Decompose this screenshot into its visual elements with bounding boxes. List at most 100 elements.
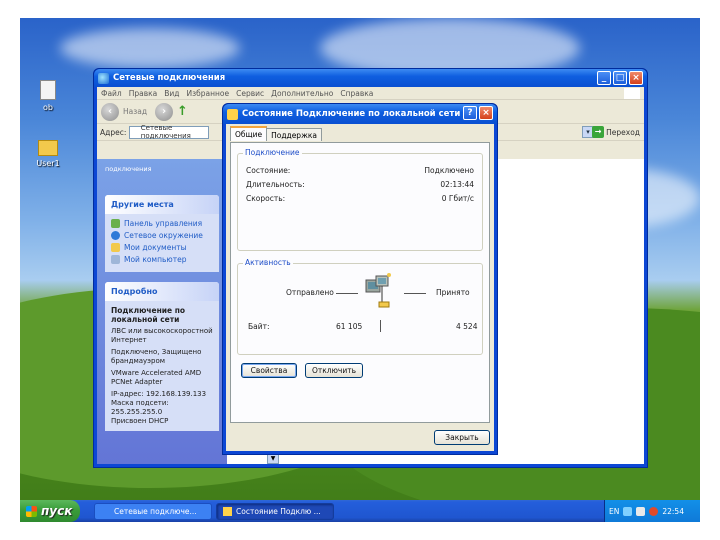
back-button-label[interactable]: Назад xyxy=(123,107,147,116)
speed-label: Скорость: xyxy=(246,194,286,203)
general-tab-panel: Подключение Состояние: Подключено Длител… xyxy=(230,142,490,423)
bytes-divider xyxy=(380,320,381,332)
connection-group: Подключение Состояние: Подключено Длител… xyxy=(237,148,483,251)
status-label: Состояние: xyxy=(246,166,291,175)
status-row: Состояние: Подключено xyxy=(246,166,474,175)
link-label: Сетевое окружение xyxy=(124,231,203,240)
link-control-panel[interactable]: Панель управления xyxy=(111,219,213,228)
desktop-icon-user1[interactable]: User1 xyxy=(28,140,68,168)
back-icon[interactable]: ‹ xyxy=(101,102,119,121)
link-my-computer[interactable]: Мой компьютер xyxy=(111,255,213,264)
go-label: Переход xyxy=(606,127,640,137)
duration-value: 02:13:44 xyxy=(440,180,474,189)
network-folder-icon xyxy=(98,72,109,84)
menu-edit[interactable]: Правка xyxy=(129,89,158,98)
network-activity-icon xyxy=(365,273,391,308)
received-bytes-value: 4 524 xyxy=(456,322,478,331)
details-adapter: VMware Accelerated AMD PCNet Adapter xyxy=(111,369,202,386)
go-button[interactable]: → Переход xyxy=(592,126,640,138)
details-dhcp: Присвоен DHCP xyxy=(111,417,169,425)
go-arrow-icon: → xyxy=(592,126,605,138)
address-input[interactable]: Сетевые подключения xyxy=(129,124,210,140)
windows-logo-icon xyxy=(624,88,640,99)
details-mask: Маска подсети: 255.255.255.0 xyxy=(111,399,169,416)
help-button[interactable]: ? xyxy=(463,106,477,120)
bytes-label: Байт: xyxy=(248,322,270,331)
sent-label: Отправлено xyxy=(286,288,334,297)
tab-general[interactable]: Общие xyxy=(230,126,268,141)
desktop-icon-ob[interactable]: ob xyxy=(28,80,68,112)
address-label: Адрес: xyxy=(100,127,127,137)
received-line xyxy=(404,293,426,294)
forward-icon[interactable]: › xyxy=(155,102,174,121)
sent-line xyxy=(336,293,358,294)
documents-folder-icon xyxy=(111,243,120,252)
link-network-places[interactable]: Сетевое окружение xyxy=(111,231,213,240)
desktop: ob User1 Сетевые подключения _ □ × Файл … xyxy=(20,18,700,522)
menu-help[interactable]: Справка xyxy=(340,89,373,98)
menu-advanced[interactable]: Дополнительно xyxy=(271,89,333,98)
volume-tray-icon[interactable] xyxy=(636,506,646,516)
menu-favorites[interactable]: Избранное xyxy=(187,89,230,98)
menu-tools[interactable]: Сервис xyxy=(236,89,264,98)
connection-legend: Подключение xyxy=(243,148,302,157)
activity-group: Активность Отправлено Принято Байт: 61 1… xyxy=(237,258,483,355)
received-label: Принято xyxy=(436,288,470,297)
close-button[interactable]: × xyxy=(629,71,643,85)
duration-row: Длительность: 02:13:44 xyxy=(246,180,474,189)
network-icon xyxy=(111,231,120,240)
details-box: Подробно Подключение по локальной сети Л… xyxy=(105,282,219,431)
clock[interactable]: 22:54 xyxy=(662,507,684,516)
language-indicator[interactable]: EN xyxy=(609,507,619,516)
computer-icon xyxy=(111,255,120,264)
link-label: Мой компьютер xyxy=(124,255,187,264)
cloud xyxy=(60,28,240,68)
folder-icon xyxy=(38,140,58,156)
properties-button[interactable]: Свойства xyxy=(241,363,297,378)
window-title: Сетевые подключения xyxy=(113,73,226,83)
control-panel-icon xyxy=(111,219,120,228)
taskbar: пуск Сетевые подключе... Состояние Подкл… xyxy=(20,500,700,522)
other-places-box: Другие места Панель управления Сетевое о… xyxy=(105,195,219,272)
speed-value: 0 Гбит/с xyxy=(441,194,474,203)
menu-file[interactable]: Файл xyxy=(101,89,122,98)
tab-support[interactable]: Поддержка xyxy=(266,128,322,141)
taskbar-item-network-connections[interactable]: Сетевые подключе... xyxy=(94,503,212,520)
details-header[interactable]: Подробно xyxy=(105,282,219,301)
up-folder-icon[interactable]: ↑ xyxy=(177,104,191,120)
menu-view[interactable]: Вид xyxy=(164,89,179,98)
minimize-button[interactable]: _ xyxy=(597,71,611,85)
sent-bytes-value: 61 105 xyxy=(336,322,363,331)
address-value: Сетевые подключения xyxy=(140,124,191,140)
network-folder-icon xyxy=(132,128,138,136)
task-pane-top-text: подключения xyxy=(105,165,152,173)
system-tray: EN 22:54 xyxy=(604,500,700,522)
task-label: Сетевые подключе... xyxy=(114,507,197,516)
link-label: Панель управления xyxy=(124,219,203,228)
chevron-down-icon[interactable]: ▼ xyxy=(267,454,279,464)
security-tray-icon[interactable] xyxy=(649,506,659,516)
explorer-titlebar[interactable]: Сетевые подключения _ □ × xyxy=(94,69,647,87)
windows-flag-icon xyxy=(26,505,37,517)
disable-button[interactable]: Отключить xyxy=(305,363,363,378)
menubar: Файл Правка Вид Избранное Сервис Дополни… xyxy=(97,87,644,100)
status-value: Подключено xyxy=(424,166,474,175)
dialog-title: Состояние Подключение по локальной сети xyxy=(242,109,461,119)
desktop-icon-label: ob xyxy=(43,103,53,112)
close-dialog-button[interactable]: Закрыть xyxy=(434,430,490,445)
dialog-titlebar[interactable]: Состояние Подключение по локальной сети … xyxy=(223,104,497,124)
maximize-button[interactable]: □ xyxy=(613,71,627,85)
link-label: Мои документы xyxy=(124,243,187,252)
network-connection-icon xyxy=(223,507,232,516)
taskbar-item-connection-status[interactable]: Состояние Подклю ... xyxy=(216,503,334,520)
desktop-icon-label: User1 xyxy=(36,159,60,168)
task-pane: подключения Другие места Панель управлен… xyxy=(97,159,227,464)
network-connection-icon xyxy=(227,108,238,120)
details-type: ЛВС или высокоскоростной Интернет xyxy=(111,327,213,344)
other-places-header[interactable]: Другие места xyxy=(105,195,219,214)
start-button[interactable]: пуск xyxy=(20,500,80,522)
speed-row: Скорость: 0 Гбит/с xyxy=(246,194,474,203)
network-tray-icon[interactable] xyxy=(623,506,633,516)
dialog-close-button[interactable]: × xyxy=(479,106,493,120)
link-my-documents[interactable]: Мои документы xyxy=(111,243,213,252)
